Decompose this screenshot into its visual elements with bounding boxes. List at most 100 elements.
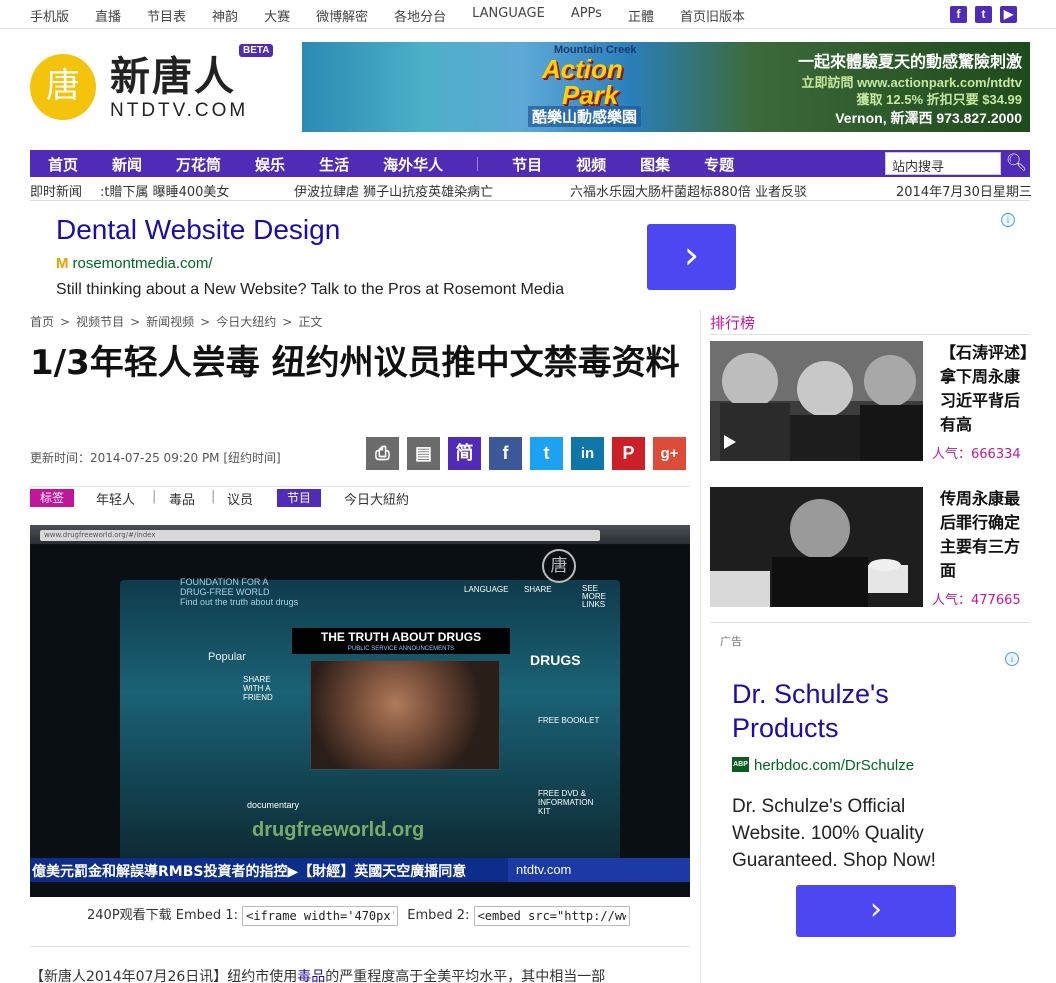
nav-item[interactable]: 专题 [704,154,734,175]
embed-row: 240P观看下载 Embed 1: Embed 2: [87,904,630,926]
facebook-share-icon[interactable]: f [489,437,522,470]
article-tags: 标签 年轻人 | 毒品 | 议员 节目 今日大紐約 [30,486,690,512]
video-frame-face [310,660,500,770]
ranking-divider [710,334,1030,335]
lead-keyword-link[interactable]: 毒品 [297,969,325,983]
ranking-title: 排行榜 [710,314,756,332]
ticker-item[interactable]: :t贈下属 曝睡400美女 [100,181,229,200]
twitter-icon[interactable]: t [975,6,992,23]
article-updated-time: 更新时间：2014-07-25 09:20 PM [纽约时间] [30,451,281,465]
nav-item[interactable]: 新闻 [112,154,142,175]
article-lead: 【新唐人2014年07月26日讯】纽约市使用毒品的严重程度高于全美平均水平，其中… [30,966,690,983]
linkedin-share-icon[interactable]: in [571,437,604,470]
ranking-headline[interactable]: 传周永康最后罪行确定 主要有三方面 [940,487,1032,583]
embed2-label: Embed 2: [407,908,470,923]
ticker-item[interactable]: 六福水乐园大肠杆菌超标880倍 业者反驳 [570,181,807,200]
ad-url[interactable]: ABP herbdoc.com/DrSchulze [732,757,914,774]
top-link[interactable]: 微博解密 [316,6,368,25]
breadcrumb-separator: > [200,315,211,329]
pinterest-share-icon[interactable]: P [612,437,645,470]
breadcrumb-link[interactable]: 首页 [30,315,54,329]
ranking-card[interactable]: 传周永康最后罪行确定 主要有三方面 人气：477665 [710,487,1030,609]
nav-separator [477,157,479,171]
embed1-code-field[interactable] [242,905,399,926]
breaking-news-ticker: 即时新闻 :t贈下属 曝睡400美女 伊波拉肆虐 狮子山抗疫英雄染病亡 六福水乐… [30,177,1032,201]
nav-item[interactable]: 首页 [48,154,78,175]
site-search-input[interactable]: 站内搜寻 [885,152,1001,175]
popularity-label: 人气： [932,593,972,608]
video-free-booklet: FREE BOOKLET [538,716,600,725]
top-link[interactable]: 手机版 [30,6,69,25]
video-language-label: LANGUAGE [464,585,509,594]
main-navigation: 首页 新闻 万花筒 娱乐 生活 海外华人 节目 视频 图集 专题 站内搜寻 🔍︎ [30,150,1030,177]
comment-icon[interactable]: ▤ [407,437,440,470]
ranking-thumbnail[interactable] [710,341,923,461]
tag-link[interactable]: 毒品 [169,489,195,508]
ad-info-icon[interactable]: i [1005,652,1019,666]
top-utility-bar: 手机版 直播 节目表 神韵 大赛 微博解密 各地分台 LANGUAGE APPs 正體 首页旧版本 … [0,0,1056,29]
ad-label: 广告 [720,635,742,648]
banner-headline: 一起來體驗夏天的動感驚險刺激 [797,54,1022,71]
ranking-thumbnail[interactable] [710,487,923,607]
video-browser-chrome: www.drugfreeworld.org/#/index [30,525,690,545]
ad-title[interactable]: Dental Website Design [56,214,340,246]
program-label: 节目 [277,489,322,507]
video-more-links-label: SEE MORE LINKS [582,584,606,609]
top-link[interactable]: APPs [571,6,602,25]
video-watermark: drugfreeworld.org [252,819,425,841]
download-240p-link[interactable]: 240P观看下载 [87,908,172,923]
nav-item[interactable]: 海外华人 [383,154,443,175]
nav-item[interactable]: 万花筒 [176,154,221,175]
ranking-card[interactable]: 【石涛评述】拿下周永康 习近平背后有高 人气：666334 [710,341,1030,463]
nav-item[interactable]: 节目 [512,154,542,175]
tag-link[interactable]: 议员 [227,489,253,508]
ranking-headline[interactable]: 【石涛评述】拿下周永康 习近平背后有高 [940,341,1032,437]
action-park-banner-ad[interactable]: Mountain Creek Action Park 酷樂山動感樂園 一起來體驗夏… [302,42,1030,132]
top-link[interactable]: 正體 [628,6,654,25]
ad-divider [710,622,1030,623]
ticker-item[interactable]: 伊波拉肆虐 狮子山抗疫英雄染病亡 [294,181,493,200]
nav-item[interactable]: 图集 [640,154,670,175]
nav-item[interactable]: 生活 [319,154,349,175]
search-icon[interactable]: 🔍︎ [1003,150,1030,177]
ad-url[interactable]: Mrosemontmedia.com/ [56,255,213,272]
convert-icon[interactable]: 简 [448,437,481,470]
top-link[interactable]: 大赛 [264,6,290,25]
ranking-photo-2 [710,487,923,607]
video-popular-label: Popular [208,651,246,663]
print-icon[interactable]: ⎙ [366,437,399,470]
tag-link[interactable]: 年轻人 [96,489,135,508]
banner-chinese-name: 酷樂山動感樂園 [528,106,642,127]
embed2-code-field[interactable] [473,905,630,926]
site-logo[interactable]: 唐 新唐人 NTDTV.COM BETA [30,44,275,124]
breadcrumb-link[interactable]: 新闻视频 [146,315,194,329]
banner-discount: 獲取 12.5% 折扣只要 $34.99 [856,92,1022,107]
top-link[interactable]: LANGUAGE [472,6,545,25]
video-drugs-label: DRUGS [530,652,581,668]
top-link[interactable]: 首页旧版本 [680,6,745,25]
breadcrumb-link[interactable]: 正文 [298,315,322,329]
breadcrumb-link[interactable]: 今日大纽约 [216,315,276,329]
youtube-icon[interactable]: ▶ [1000,6,1017,23]
nav-item[interactable]: 娱乐 [255,154,285,175]
top-link[interactable]: 各地分台 [394,6,446,25]
top-link[interactable]: 节目表 [147,6,186,25]
ad-title[interactable]: Dr. Schulze's Products [732,677,982,745]
twitter-share-icon[interactable]: t [530,437,563,470]
nav-item[interactable]: 视频 [576,154,606,175]
video-player[interactable]: www.drugfreeworld.org/#/index 唐 FOUNDATI… [30,525,690,897]
ad-arrow-button[interactable]: › [796,885,956,937]
ad-url-text: herbdoc.com/DrSchulze [754,757,915,774]
ranking-popularity: 人气：666334 [932,443,1021,462]
ad-arrow-button[interactable]: › [647,224,736,290]
top-link[interactable]: 直播 [95,6,121,25]
googleplus-share-icon[interactable]: g+ [653,437,686,470]
breadcrumb-link[interactable]: 视频节目 [76,315,124,329]
dental-text-ad[interactable]: Dental Website Design Mrosemontmedia.com… [30,206,1030,304]
breadcrumb-separator: > [282,315,293,329]
ticker-date: 2014年7月30日星期三 [896,185,1032,200]
ad-info-icon[interactable]: i [1001,213,1015,227]
facebook-icon[interactable]: f [950,6,967,23]
top-link[interactable]: 神韵 [212,6,238,25]
program-link[interactable]: 今日大紐約 [344,489,409,508]
